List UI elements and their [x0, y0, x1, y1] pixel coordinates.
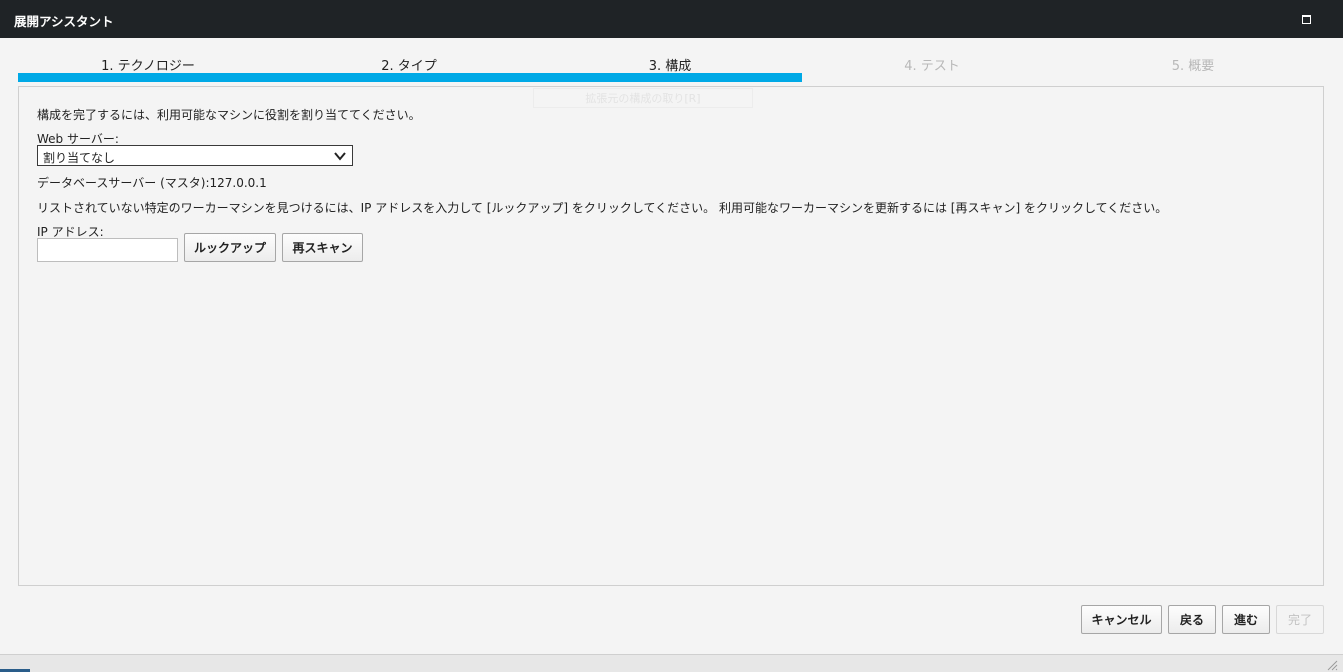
chevron-down-icon	[334, 152, 346, 161]
wizard-progress-bar	[18, 73, 802, 82]
title-bar: 展開アシスタント	[0, 0, 1343, 38]
web-server-select[interactable]: 割り当てなし	[37, 145, 353, 166]
step-test: 4. テスト	[904, 59, 960, 74]
lookup-instruction-text: リストされていない特定のワーカーマシンを見つけるには、IP アドレスを入力して …	[37, 201, 1168, 215]
step-summary: 5. 概要	[1171, 59, 1215, 74]
finish-button: 完了	[1276, 605, 1324, 634]
database-server-text: データベースサーバー (マスタ):127.0.0.1	[37, 176, 267, 190]
instruction-text: 構成を完了するには、利用可能なマシンに役割を割り当ててください。	[37, 108, 421, 122]
import-config-button: 拡張元の構成の取り[R]	[533, 88, 753, 108]
status-bar	[0, 654, 1343, 672]
lookup-button[interactable]: ルックアップ	[184, 233, 276, 262]
rescan-button[interactable]: 再スキャン	[282, 233, 363, 262]
resize-grip-icon[interactable]	[1325, 658, 1338, 671]
window-title: 展開アシスタント	[14, 14, 114, 29]
back-button[interactable]: 戻る	[1168, 605, 1216, 634]
maximize-icon[interactable]	[1300, 13, 1312, 25]
next-button[interactable]: 進む	[1222, 605, 1270, 634]
step-technology: 1. テクノロジー	[101, 59, 195, 74]
web-server-selected-value: 割り当てなし	[43, 151, 116, 165]
step-configuration: 3. 構成	[648, 59, 692, 74]
step-type: 2. タイプ	[381, 59, 437, 74]
cancel-button[interactable]: キャンセル	[1081, 605, 1162, 634]
ip-address-input[interactable]	[37, 238, 178, 262]
